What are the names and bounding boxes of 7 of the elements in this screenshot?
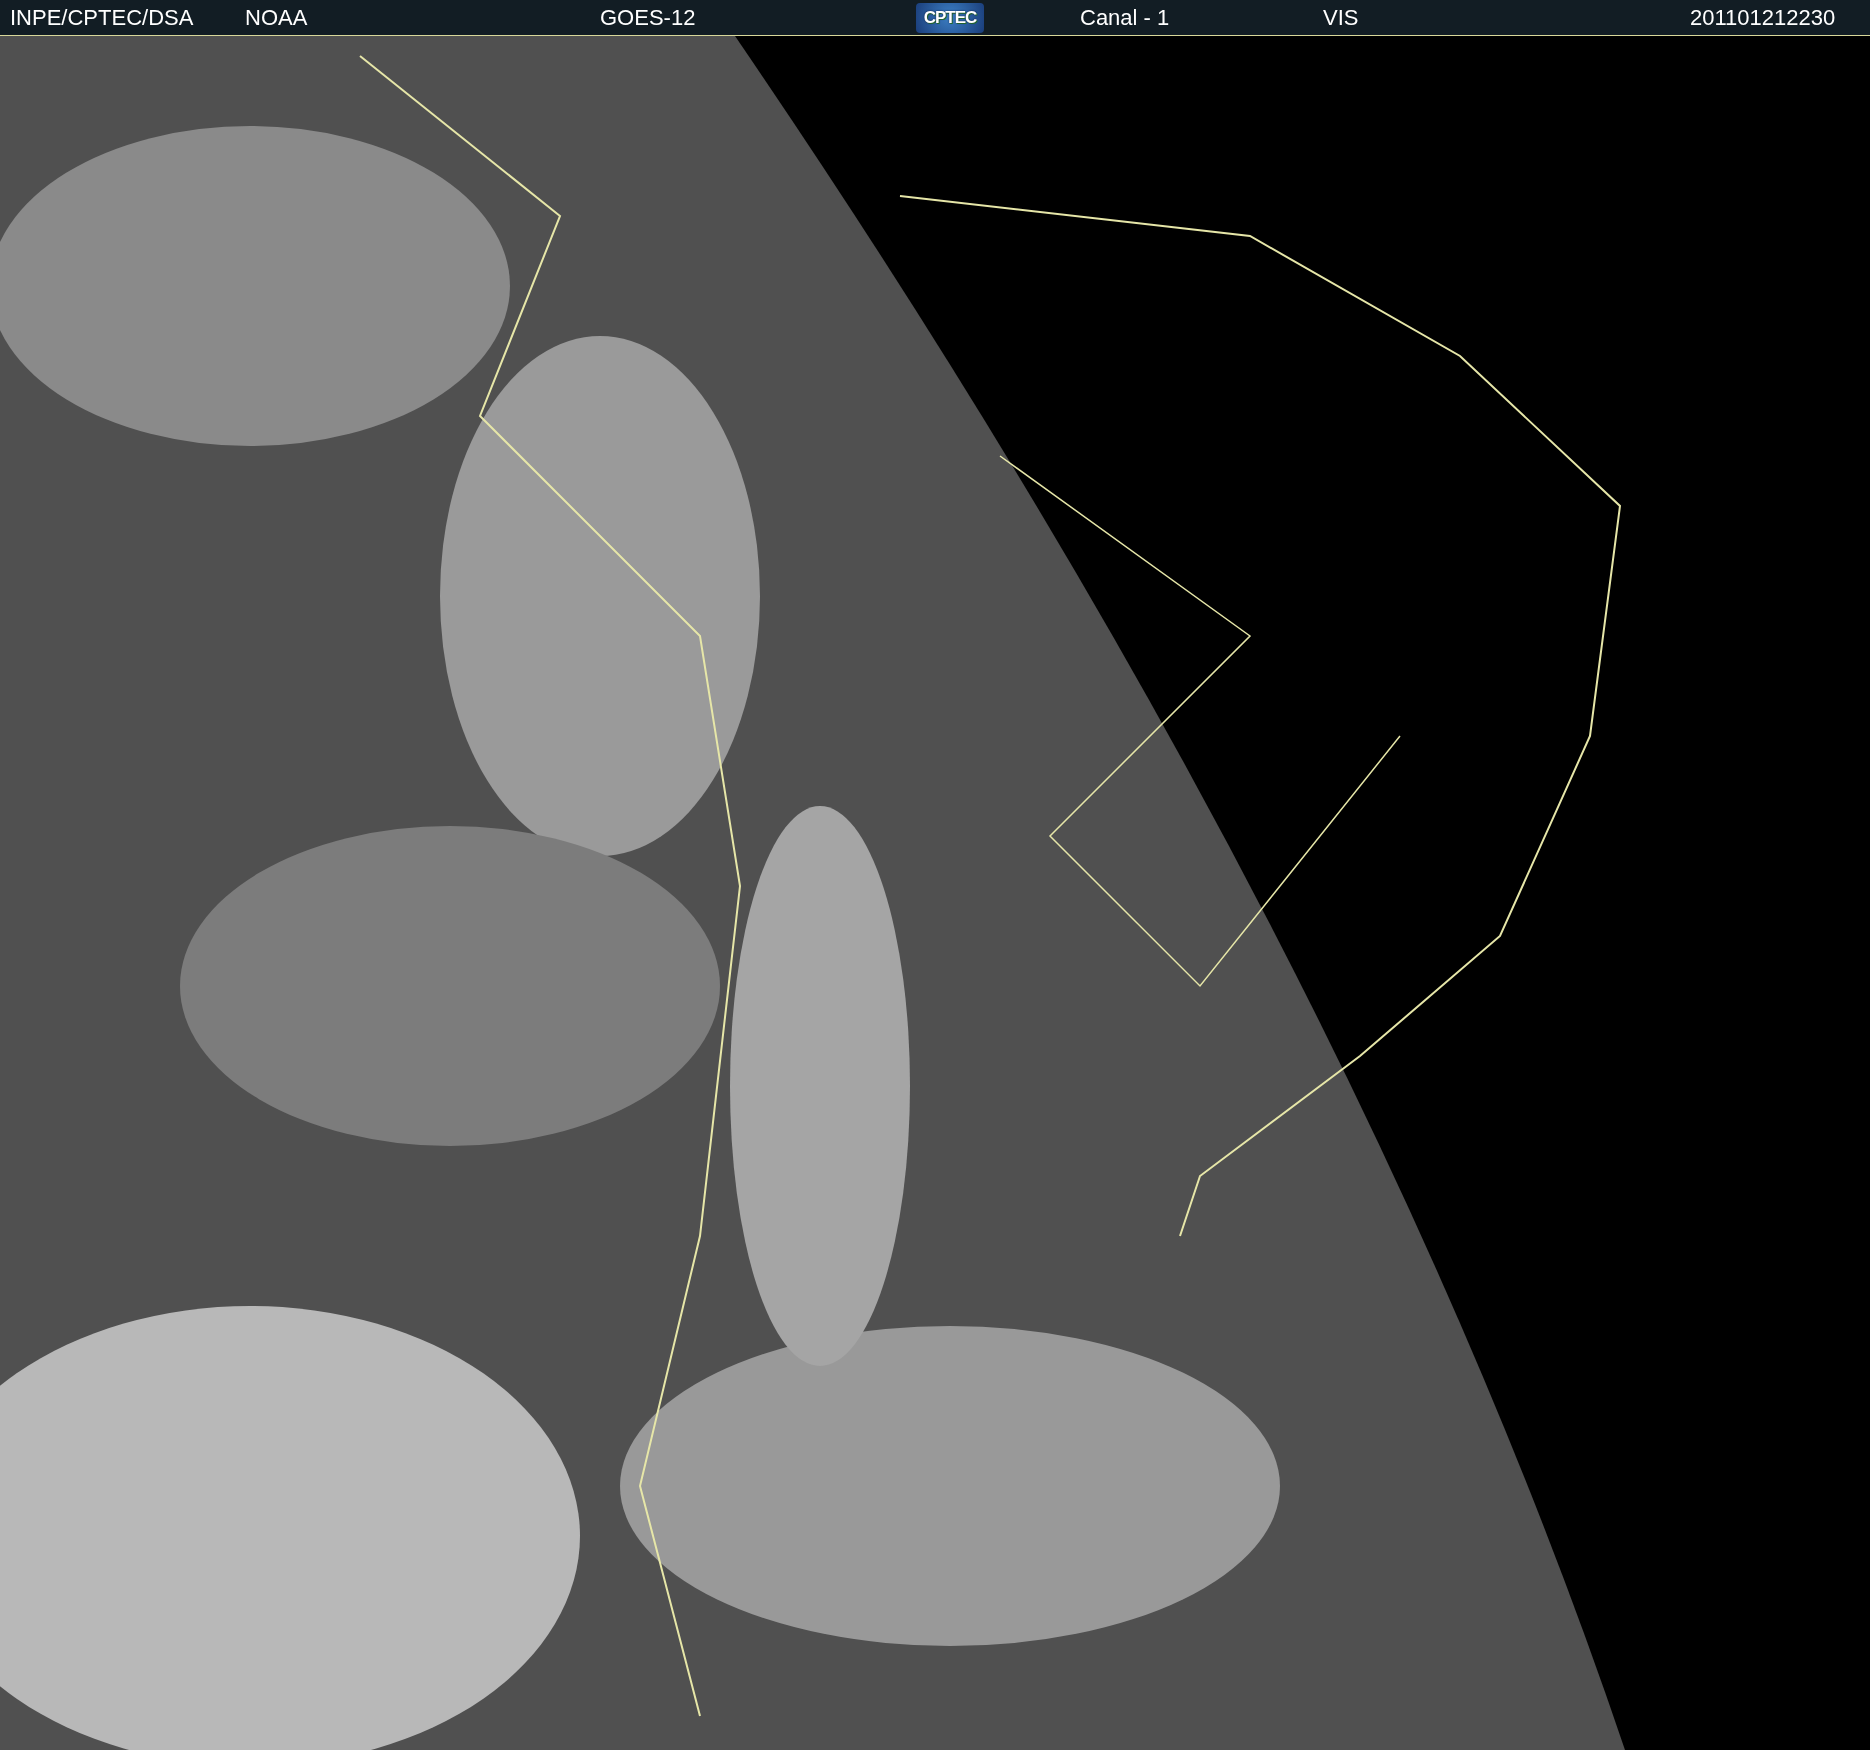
source-label: INPE/CPTEC/DSA (9, 4, 195, 31)
cptec-logo: CPTEC (916, 2, 984, 33)
agency-label: NOAA (245, 4, 309, 31)
satellite-label: GOES-12 (600, 4, 697, 31)
channel-label: Canal - 1 (1080, 4, 1171, 31)
timestamp-label: 201101212230 (1690, 4, 1837, 31)
band-label: VIS (1323, 4, 1360, 31)
